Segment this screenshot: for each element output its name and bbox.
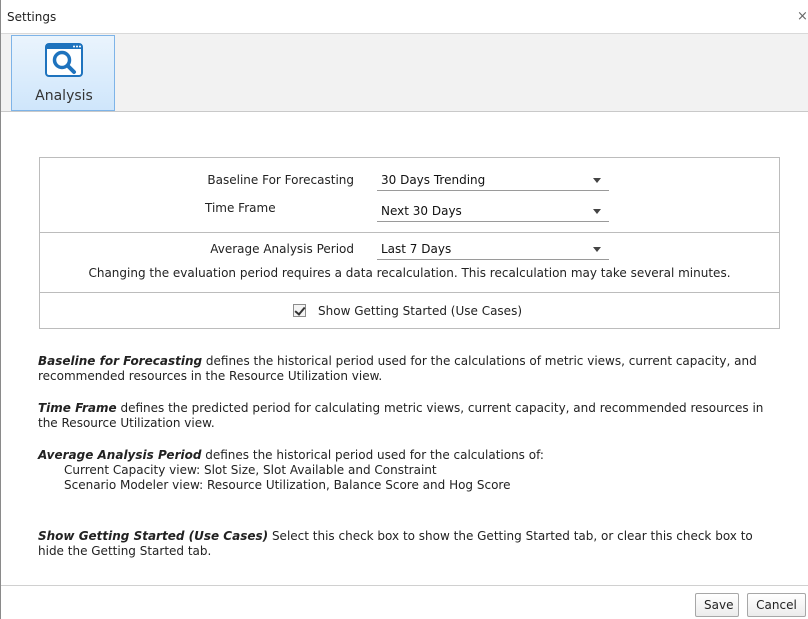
timeframe-select[interactable]: Next 30 Days: [377, 198, 609, 222]
getting-started-checkbox[interactable]: [293, 304, 306, 317]
title-bar: Settings ×: [1, 0, 808, 34]
list-item: Current Capacity view: Slot Size, Slot A…: [64, 463, 437, 477]
recalc-note: Changing the evaluation period requires …: [88, 266, 731, 280]
avg-period-select[interactable]: Last 7 Days: [377, 236, 609, 260]
timeframe-label: Time Frame: [205, 201, 276, 215]
help-text: defines the historical period used for t…: [201, 448, 544, 462]
baseline-label: Baseline For Forecasting: [207, 173, 354, 187]
tab-strip: Analysis: [1, 34, 808, 112]
tab-analysis[interactable]: Analysis: [11, 35, 115, 111]
search-icon: [45, 43, 83, 77]
divider: [40, 232, 779, 233]
chevron-down-icon: [593, 209, 601, 214]
list-item: Scenario Modeler view: Resource Utilizat…: [64, 478, 511, 492]
avg-period-label: Average Analysis Period: [210, 242, 354, 256]
help-term: Baseline for Forecasting: [38, 354, 203, 368]
cancel-button[interactable]: Cancel: [747, 593, 806, 617]
baseline-select[interactable]: 30 Days Trending: [377, 167, 609, 191]
help-timeframe: Time Frame defines the predicted period …: [38, 401, 778, 431]
getting-started-label: Show Getting Started (Use Cases): [318, 304, 522, 318]
help-text: defines the predicted period for calcula…: [38, 401, 764, 430]
close-icon[interactable]: ×: [797, 9, 808, 24]
dialog-title: Settings: [7, 10, 57, 24]
avg-period-value: Last 7 Days: [381, 242, 452, 256]
help-baseline: Baseline for Forecasting defines the his…: [38, 354, 778, 384]
timeframe-value: Next 30 Days: [381, 204, 462, 218]
help-avg-period: Average Analysis Period defines the hist…: [38, 448, 778, 493]
help-getting-started: Show Getting Started (Use Cases) Select …: [38, 529, 778, 559]
settings-dialog: Settings × Analysis Baseline For Forecas…: [0, 0, 808, 619]
settings-panel: Baseline For Forecasting 30 Days Trendin…: [39, 157, 780, 329]
help-term: Average Analysis Period: [38, 448, 202, 462]
dialog-footer: Save Cancel: [1, 585, 808, 619]
chevron-down-icon: [593, 247, 601, 252]
help-term: Show Getting Started (Use Cases): [38, 529, 269, 543]
help-term: Time Frame: [38, 401, 117, 415]
baseline-value: 30 Days Trending: [381, 173, 486, 187]
chevron-down-icon: [593, 178, 601, 183]
divider: [40, 292, 779, 293]
tab-analysis-label: Analysis: [35, 88, 93, 104]
save-button[interactable]: Save: [695, 593, 739, 617]
